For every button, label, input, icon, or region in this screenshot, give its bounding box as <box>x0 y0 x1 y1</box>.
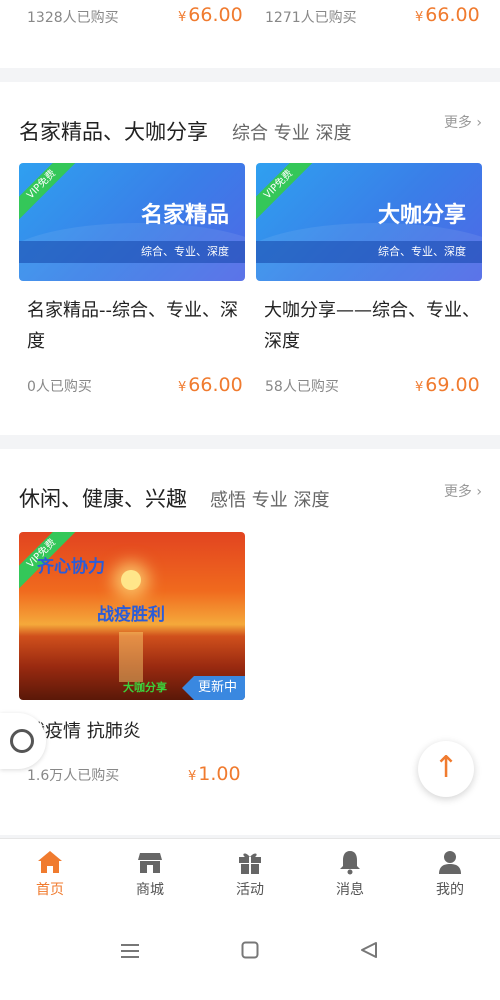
bell-icon <box>340 851 360 875</box>
menu-icon[interactable] <box>121 942 139 960</box>
banner-text: 齐心协力 <box>37 557 105 577</box>
gift-icon <box>239 853 261 874</box>
price: ¥69.00 <box>415 374 480 396</box>
tab-label: 我的 <box>436 882 464 898</box>
price: ¥1.00 <box>188 763 241 785</box>
more-link[interactable]: 更多 › <box>444 112 482 132</box>
bottom-tab-bar: 首页 商城 活动 消息 我的 <box>0 838 500 910</box>
tab-label: 商城 <box>136 882 164 898</box>
vip-free-badge: VIP免费 <box>19 163 80 223</box>
section-title: 名家精品、大咖分享 <box>19 120 208 144</box>
tab-label: 消息 <box>336 882 364 898</box>
buyers-count: 1271人已购买 <box>265 10 357 26</box>
buyers-count: 0人已购买 <box>27 379 92 395</box>
course-thumbnail[interactable]: VIP免费 大咖分享 综合、专业、深度 <box>256 163 482 281</box>
banner-subtitle: 综合、专业、深度 <box>378 245 466 258</box>
course-title[interactable]: 名家精品--综合、专业、深度 <box>27 295 251 357</box>
sun-graphic <box>121 570 141 590</box>
section-subtitle: 感悟 专业 深度 <box>210 490 330 511</box>
buyers-count: 1.6万人已购买 <box>27 768 120 784</box>
price: ¥66.00 <box>178 374 243 396</box>
tab-profile[interactable]: 我的 <box>400 839 500 911</box>
system-nav-bar <box>0 910 500 1000</box>
tab-label: 活动 <box>236 882 264 898</box>
vip-free-badge: VIP免费 <box>256 163 317 223</box>
price: ¥66.00 <box>178 4 243 26</box>
banner-title: 大咖分享 <box>377 203 466 228</box>
headset-icon <box>10 729 34 753</box>
home-icon <box>38 851 62 873</box>
banner-subtitle: 综合、专业、深度 <box>141 245 229 258</box>
banner-title: 名家精品 <box>140 203 229 228</box>
price: ¥66.00 <box>415 4 480 26</box>
sun-reflection <box>119 632 143 682</box>
course-thumbnail[interactable]: VIP免费 名家精品 综合、专业、深度 <box>19 163 245 281</box>
store-icon <box>138 853 162 873</box>
buyers-count: 58人已购买 <box>265 379 339 395</box>
top-course-row: 1328人已购买 ¥66.00 1271人已购买 ¥66.00 <box>0 0 500 68</box>
section-subtitle: 综合 专业 深度 <box>232 123 352 144</box>
back-triangle-icon[interactable] <box>360 941 378 959</box>
home-square-icon[interactable] <box>241 941 259 959</box>
tab-activity[interactable]: 活动 <box>200 839 300 911</box>
tab-store[interactable]: 商城 <box>100 839 200 911</box>
course-thumbnail[interactable]: VIP免费 齐心协力 战疫胜利 大咖分享 更新中 <box>19 532 245 700</box>
buyers-count: 1328人已购买 <box>27 10 119 26</box>
banner-text: 战疫胜利 <box>97 605 165 625</box>
course-title[interactable]: 战疫情 抗肺炎 <box>27 716 251 747</box>
updating-badge: 更新中 <box>181 676 245 700</box>
tab-home[interactable]: 首页 <box>0 839 100 911</box>
tab-label: 首页 <box>36 882 64 898</box>
user-icon <box>439 851 461 874</box>
more-link[interactable]: 更多 › <box>444 481 482 501</box>
section-title: 休闲、健康、兴趣 <box>19 487 187 511</box>
course-title[interactable]: 大咖分享——综合、专业、深度 <box>264 295 488 357</box>
banner-tag: 大咖分享 <box>123 681 167 694</box>
tab-messages[interactable]: 消息 <box>300 839 400 911</box>
back-to-top-button[interactable]: ↑ <box>418 741 474 797</box>
